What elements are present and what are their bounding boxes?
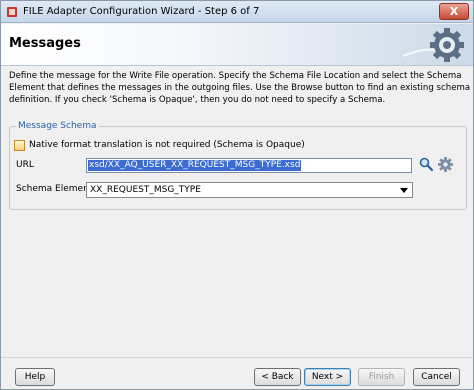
back-button[interactable]: < Back [254,368,301,386]
cancel-button[interactable]: Cancel [413,368,460,386]
schema-element-value: XX_REQUEST_MSG_TYPE [90,185,201,195]
description-text: Define the message for the Write File op… [9,71,471,105]
native-format-label: Native format translation is not require… [29,140,305,150]
header-banner: Messages [1,24,473,66]
gear-graphic-icon [403,28,464,62]
window-title: FILE Adapter Configuration Wizard - Step… [23,6,260,17]
native-format-row[interactable]: Native format translation is not require… [14,139,305,151]
help-button[interactable]: Help [15,368,55,386]
group-legend: Message Schema [16,121,99,131]
search-icon[interactable] [419,157,433,171]
url-value: xsd/XX_AQ_USER_XX_REQUEST_MSG_TYPE.xsd [88,160,302,171]
button-separator [1,357,473,358]
close-button[interactable]: X [439,3,469,20]
page-heading: Messages [9,36,81,51]
title-bar: FILE Adapter Configuration Wizard - Step… [1,1,473,23]
url-field[interactable]: xsd/XX_AQ_USER_XX_REQUEST_MSG_TYPE.xsd [86,158,412,173]
next-button[interactable]: Next > [304,368,351,386]
chevron-down-icon[interactable] [400,188,408,193]
message-schema-group: Message Schema Native format translation… [9,121,467,210]
schema-element-label: Schema Element [16,184,93,194]
schema-element-select[interactable]: XX_REQUEST_MSG_TYPE [86,182,413,198]
finish-button[interactable]: Finish [358,368,405,386]
url-label: URL [16,160,34,170]
app-icon [7,7,17,17]
gear-icon[interactable] [438,157,453,172]
wizard-window: FILE Adapter Configuration Wizard - Step… [0,0,474,390]
native-format-checkbox[interactable] [14,139,25,151]
